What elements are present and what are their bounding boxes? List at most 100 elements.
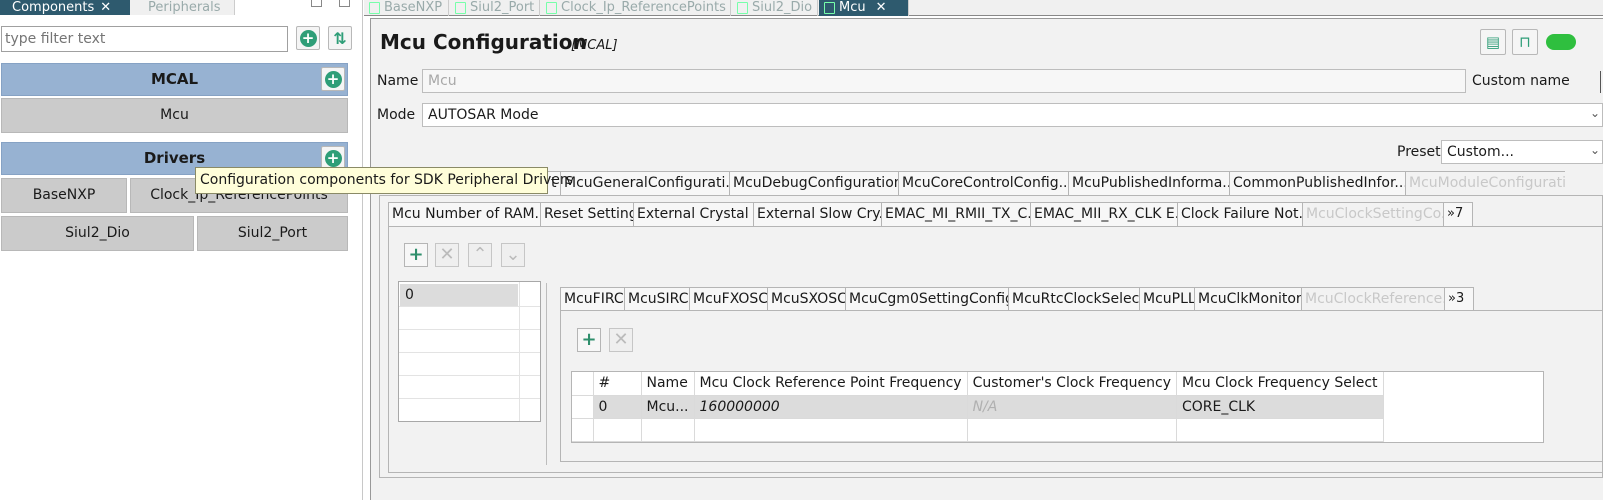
table-cell [966,417,1177,442]
sort-button[interactable]: ⇅ [328,26,352,50]
mode-select[interactable]: AUTOSAR Mode [422,103,1603,127]
plus-icon: + [324,70,342,88]
table-header[interactable]: # [592,372,642,396]
filter-input[interactable] [1,26,288,52]
mode-label: Mode [377,107,416,123]
settings-list: 0 [398,281,541,422]
more-tabs-button[interactable]: »3 [1444,287,1474,311]
tab-external-slow-crystal[interactable]: External Slow Cry... [753,202,882,226]
close-icon[interactable]: ✕ [100,0,111,15]
tab-mcu-clock-setting-config[interactable]: McuClockSettingCo... [1302,202,1444,226]
table-cell[interactable]: 0 [592,394,642,419]
component-mcu[interactable]: Mcu [1,98,348,133]
tab-mcu-general-configuration[interactable]: McuGeneralConfigurati... [560,171,730,195]
editor-tab-siul2-dio[interactable]: Siul2_Dio [732,0,818,16]
enable-toggle[interactable] [1546,34,1576,50]
component-siul2-dio[interactable]: Siul2_Dio [1,216,194,251]
editor-tab-label: BaseNXP [384,0,443,15]
table-header[interactable]: Name [640,372,695,396]
add-item-button[interactable]: + [404,243,428,267]
remove-item-button[interactable]: ✕ [435,243,459,267]
tab-mcu-number-of-ram[interactable]: Mcu Number of RAM... [388,202,541,226]
name-field[interactable]: Mcu [422,69,1466,93]
table-cell[interactable]: N/A [966,394,1177,419]
tab-mcu-published-information[interactable]: McuPublishedInforma... [1068,171,1230,195]
table-header[interactable]: Mcu Clock Reference Point Frequency [693,372,968,396]
group-header-label: MCAL [150,70,199,88]
close-icon[interactable]: ✕ [876,0,887,15]
file-icon [369,2,380,14]
remove-reference-button[interactable]: ✕ [609,328,633,352]
document-button[interactable]: ▤ [1480,29,1506,55]
component-siul2-port[interactable]: Siul2_Port [197,216,348,251]
editor-tab-basenxp[interactable]: BaseNXP [364,0,449,16]
row-line [399,306,540,307]
sash-divider[interactable] [546,283,547,465]
tab-reset-setting[interactable]: Reset Setting [540,202,634,226]
table-header[interactable]: Customer's Clock Frequency [966,372,1177,396]
tab-mcufirc[interactable]: McuFIRC [560,287,625,311]
table-cell [693,417,968,442]
tab-peripherals[interactable]: Peripherals [130,0,235,15]
table-row[interactable]: 0 Mcu... 160000000 N/A CORE_CLK [572,394,1384,419]
plus-icon: + [324,149,342,167]
tab-mcupll[interactable]: McuPLL [1139,287,1195,311]
add-reference-button[interactable]: + [577,328,601,352]
preset-select[interactable]: Custom... [1441,140,1603,164]
tab-emac-mi-rmii-tx-clk[interactable]: EMAC_MI_RMII_TX_C... [881,202,1031,226]
tab-mcuclockreferencepoint[interactable]: McuClockReference... [1301,287,1445,311]
tab-mcu-core-control-config[interactable]: McuCoreControlConfig... [898,171,1069,195]
table-cell[interactable]: 160000000 [693,394,968,419]
tab-external-crystal[interactable]: External Crystal ... [633,202,754,226]
tab-common-published-information[interactable]: CommonPublishedInfor... [1229,171,1406,195]
tab-clock-failure-notification[interactable]: Clock Failure Not... [1177,202,1303,226]
mode-value: AUTOSAR Mode [428,107,539,123]
row-line [399,329,540,330]
list-item[interactable]: 0 [400,284,518,306]
tab-mcuclkmonitor[interactable]: McuClkMonitor [1194,287,1302,311]
chevron-down-icon: ⌄ [1590,106,1601,120]
table-header[interactable]: Mcu Clock Frequency Select [1175,372,1384,396]
table-cell[interactable]: Mcu... [640,394,695,419]
module-tab-bar: Mcu Number of RAM... Reset Setting Exter… [388,202,1473,226]
table-cell[interactable]: CORE_CLK [1175,394,1384,419]
editor-tab-clock-ip-referencepoints[interactable]: Clock_Ip_ReferencePoints [541,0,731,16]
components-panel: Components ✕ Peripherals + ⇅ MCAL + Mcu D… [0,0,363,500]
tab-mcurtcclockselect[interactable]: McuRtcClockSelect [1008,287,1140,311]
tab-mcusirc[interactable]: McuSIRC [624,287,690,311]
add-component-button[interactable]: + [296,26,320,50]
tab-mcu-debug-configuration[interactable]: McuDebugConfiguration [729,171,899,195]
file-icon [455,2,466,14]
clock-tab-bar: McuFIRC McuSIRC McuFXOSC McuSXOSC McuCgm… [560,287,1474,311]
editor-tab-label: Siul2_Dio [752,0,813,15]
editor-tab-label: Clock_Ip_ReferencePoints [561,0,726,15]
custom-name-label: Custom name [1472,73,1570,89]
editor-tab-siul2-port[interactable]: Siul2_Port [450,0,540,16]
row-line [399,398,540,399]
group-header-mcal[interactable]: MCAL [1,63,348,96]
tab-mcusxosc[interactable]: McuSXOSC [767,287,846,311]
tab-components[interactable]: Components ✕ [0,0,140,15]
chevron-down-icon: ⌄ [1590,143,1601,157]
editor-tab-mcu[interactable]: Mcu ✕ [819,0,909,16]
plus-icon: + [299,29,317,47]
plus-icon: + [408,244,424,265]
file-icon [546,2,557,14]
tab-emac-mii-rx-clk[interactable]: EMAC_MII_RX_CLK E... [1030,202,1178,226]
tab-mcu-module-configuration[interactable]: McuModuleConfiguration [1405,171,1565,195]
maximize-icon[interactable] [339,0,350,7]
move-up-button[interactable]: ⌃ [468,243,492,267]
component-basenxp[interactable]: BaseNXP [1,178,127,213]
editor-tab-bar: BaseNXP Siul2_Port Clock_Ip_ReferencePoi… [364,0,1603,16]
tab-mcucgm0settingconfig[interactable]: McuCgm0SettingConfig [845,287,1009,311]
row-line [399,375,540,376]
unlock-button[interactable]: ⊓ [1512,29,1538,55]
component-label: Siul2_Port [237,225,308,241]
config-tab-bar: t McuGeneralConfigurati... McuDebugConfi… [548,171,1565,195]
move-down-button[interactable]: ⌄ [501,243,525,267]
more-tabs-button[interactable]: »7 [1443,202,1473,226]
tab-mcufxosc[interactable]: McuFXOSC [689,287,768,311]
minimize-icon[interactable] [311,0,322,7]
document-icon: ▤ [1485,33,1501,51]
add-mcal-button[interactable]: + [321,67,345,91]
